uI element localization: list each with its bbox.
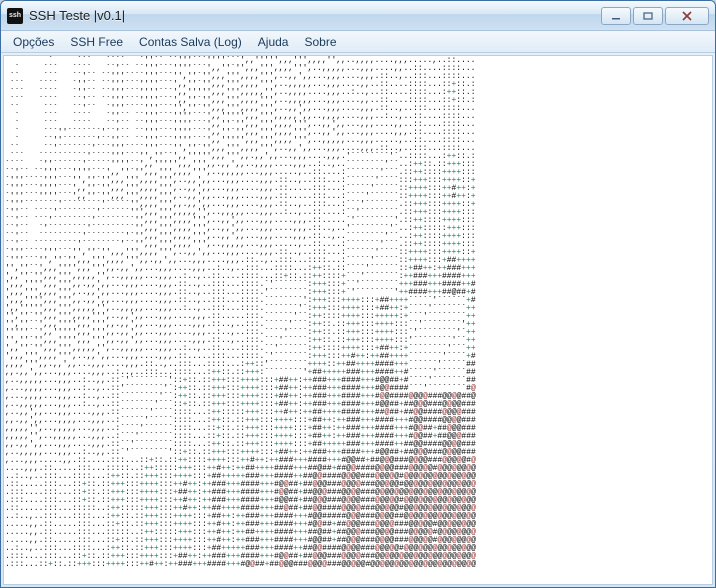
menu-sobre[interactable]: Sobre — [296, 31, 344, 52]
minimize-button[interactable] — [601, 7, 631, 25]
menu-ssh-free[interactable]: SSH Free — [62, 31, 131, 52]
titlebar[interactable]: ssh SSH Teste |v0.1| — [1, 1, 715, 31]
maximize-button[interactable] — [633, 7, 663, 25]
app-window: ssh SSH Teste |v0.1| Opções SSH Free Con… — [0, 0, 716, 588]
window-controls — [601, 7, 709, 25]
menu-contas-salva[interactable]: Contas Salva (Log) — [131, 31, 250, 52]
menubar: Opções SSH Free Contas Salva (Log) Ajuda… — [1, 31, 715, 53]
close-button[interactable] — [665, 7, 709, 25]
client-area: ` ``` ```` `''`` ``'''```''''```',,'''''… — [3, 55, 713, 585]
ascii-art-banner: ` ``` ```` `''`` ``'''```''''```',,'''''… — [4, 56, 712, 570]
window-title: SSH Teste |v0.1| — [29, 8, 601, 23]
menu-opcoes[interactable]: Opções — [5, 31, 62, 52]
menu-ajuda[interactable]: Ajuda — [250, 31, 297, 52]
app-icon: ssh — [7, 8, 23, 24]
